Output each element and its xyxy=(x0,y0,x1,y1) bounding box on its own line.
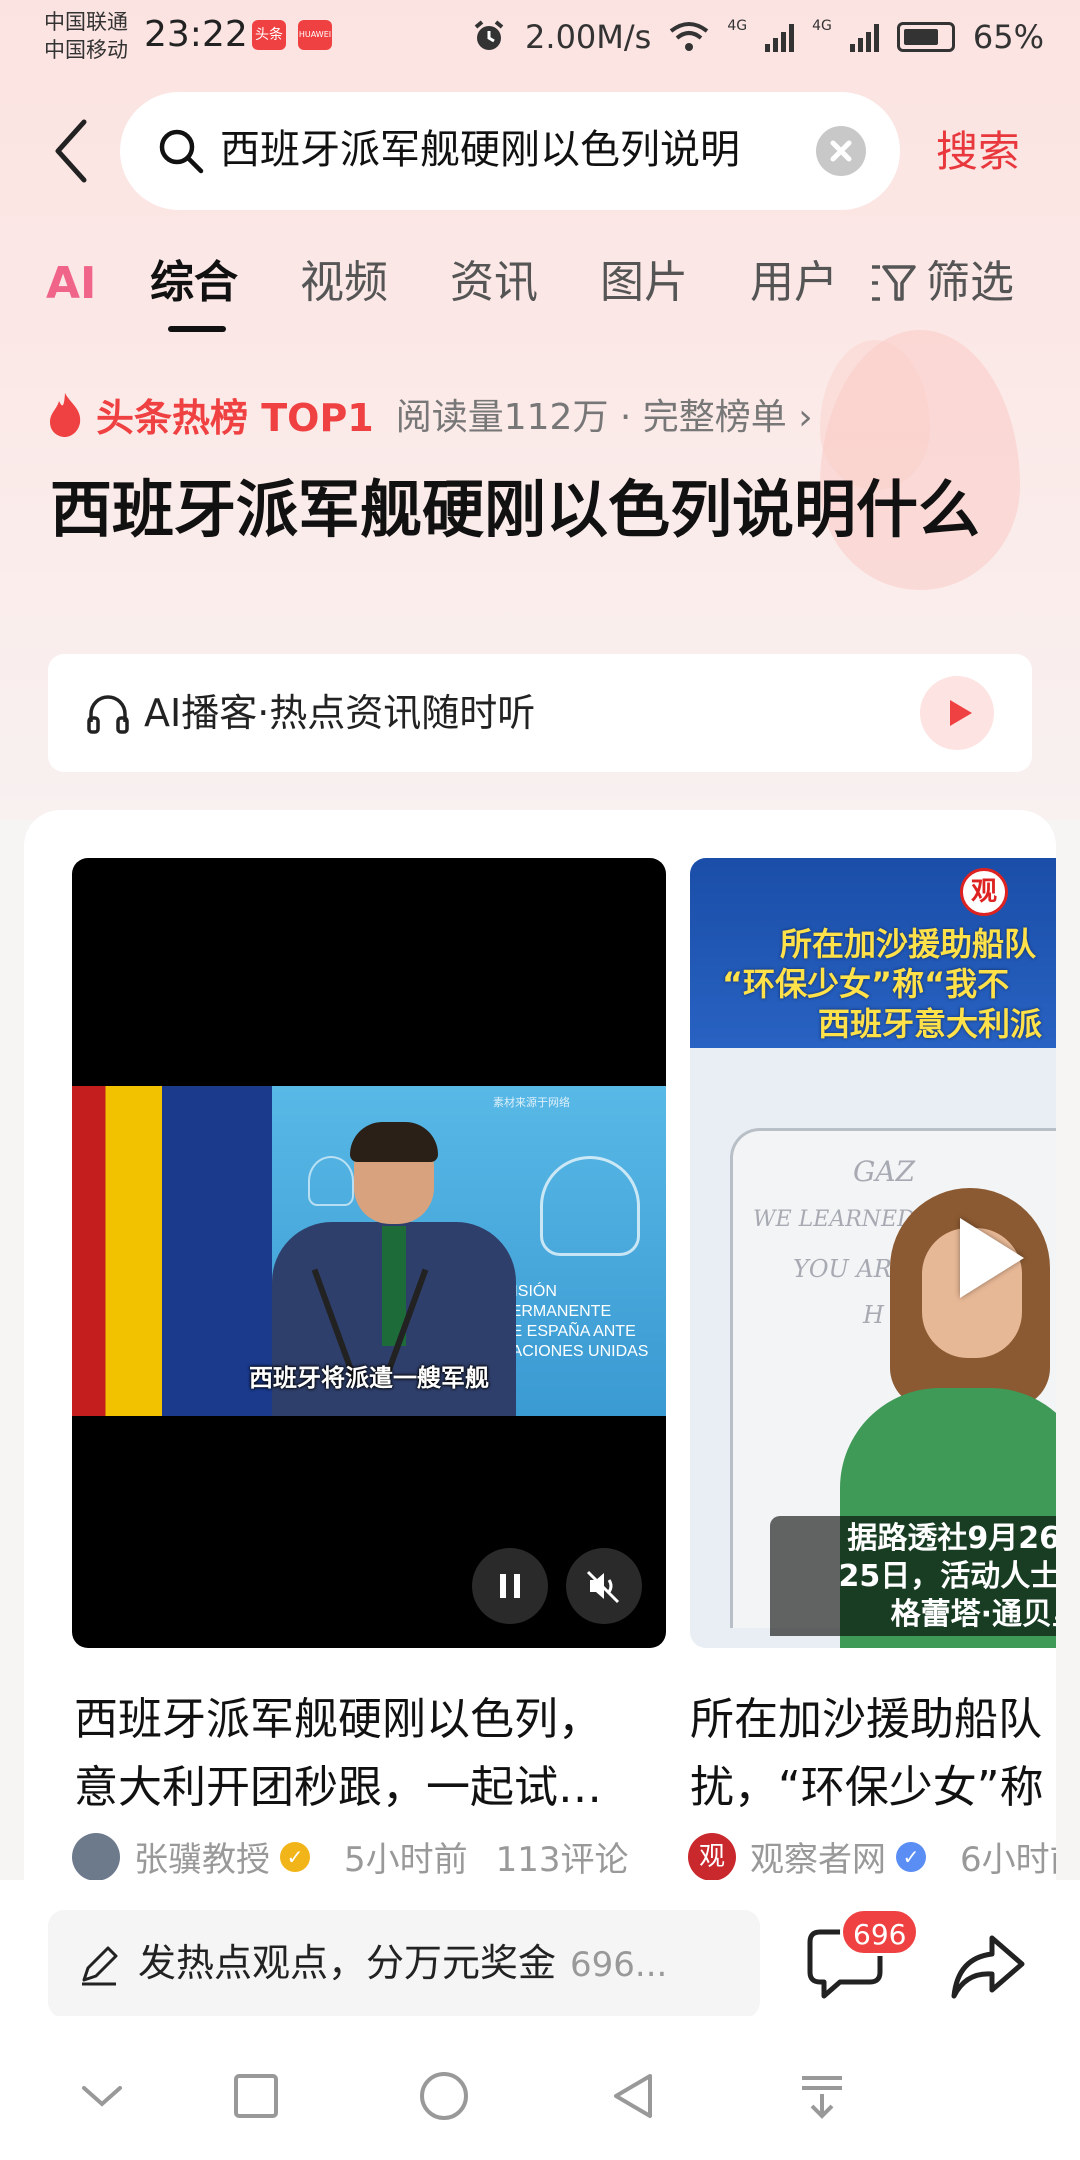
post-time: 6小时前 xyxy=(960,1840,1056,1880)
status-bar: 中国联通 中国移动 23:22 头条 HUAWEI 2.00M/s 4G 4G … xyxy=(0,0,1080,80)
banner-line-2: “环保少女”称“我不 xyxy=(722,965,1010,1003)
comment-input[interactable]: 发热点观点，分万元奖金 696... xyxy=(48,1910,760,2018)
clock: 23:22 xyxy=(144,14,248,55)
hot-list-badge: 头条热榜 TOP1 xyxy=(96,395,374,440)
topic-headline: 西班牙派军舰硬刚以色列说明什么 xyxy=(50,473,981,546)
podcast-play-button[interactable] xyxy=(920,676,994,750)
video-2-title-line-2[interactable]: 扰，“环保少女”称 xyxy=(690,1754,1056,1822)
home-icon[interactable] xyxy=(414,2066,474,2126)
author-avatar[interactable]: 观 xyxy=(688,1832,736,1881)
muted-speaker-icon xyxy=(586,1570,620,1604)
signal-icon-1 xyxy=(765,22,795,52)
comment-count-hint: 696... xyxy=(570,1945,668,1985)
clear-search-button[interactable] xyxy=(816,126,866,176)
headphones-icon xyxy=(87,695,129,734)
share-icon[interactable] xyxy=(948,1920,1028,2010)
video-2-caption: 据路透社9月26日 25日，活动人士“环 格蕾塔·通贝里 xyxy=(770,1516,1056,1636)
play-icon[interactable] xyxy=(960,1218,1024,1298)
carrier-2: 中国移动 xyxy=(44,38,128,62)
tab-images[interactable]: 图片 xyxy=(600,250,688,316)
flame-icon xyxy=(50,393,81,437)
active-tab-indicator xyxy=(168,326,226,332)
status-icons: 2.00M/s 4G 4G 65% xyxy=(471,18,1044,56)
guancha-logo-icon: 观 xyxy=(960,868,1008,916)
banner-line-3: 西班牙意大利派 xyxy=(818,1005,1043,1043)
tab-ai[interactable]: AI xyxy=(46,254,96,314)
video-2-meta: 观 观察者网 ✓ 6小时前 xyxy=(688,1832,1056,1881)
signal-icon-2 xyxy=(849,22,879,52)
ai-podcast-bar[interactable]: AI播客·热点资讯随时听 xyxy=(48,654,1032,772)
comment-count-badge: 696 xyxy=(840,1908,920,1956)
net-speed: 2.00M/s xyxy=(525,18,652,56)
video-watermark: 素材来源于网络 xyxy=(493,1096,570,1109)
search-box[interactable]: 西班牙派军舰硬刚以色列说明 xyxy=(120,92,900,210)
backdrop-line-1: MISIÓN PERMANENTE xyxy=(500,1283,612,1320)
alarm-icon xyxy=(474,20,504,50)
backdrop-line-2: DE ESPAÑA ANTE xyxy=(500,1323,636,1340)
notification-shade-icon[interactable] xyxy=(792,2066,852,2126)
search-button[interactable]: 搜索 xyxy=(936,118,1020,179)
close-icon xyxy=(830,140,852,162)
toutiao-notification-icon: 头条 xyxy=(252,20,286,50)
verified-badge-icon: ✓ xyxy=(280,1841,310,1872)
video-1-title-line-1[interactable]: 西班牙派军舰硬刚以色列， xyxy=(74,1686,668,1754)
net-type-2: 4G xyxy=(812,18,832,34)
battery-icon xyxy=(896,22,955,52)
back-triangle-icon[interactable] xyxy=(604,2066,664,2126)
pause-icon xyxy=(500,1574,520,1598)
chevron-down-icon[interactable] xyxy=(72,2066,132,2126)
search-input[interactable]: 西班牙派军舰硬刚以色列说明 xyxy=(220,120,820,180)
system-navigation-bar xyxy=(0,2016,1080,2160)
video-2-title-line-1[interactable]: 所在加沙援助船队 xyxy=(690,1686,1056,1754)
video-frame-1: MISIÓN PERMANENTE DE ESPAÑA ANTE NACIONE… xyxy=(72,1086,666,1416)
podcast-label: AI播客·热点资讯随时听 xyxy=(144,691,536,735)
comment-count: 113评论 xyxy=(495,1840,629,1880)
hot-list-entry[interactable]: 头条热榜 TOP1 阅读量112万 · 完整榜单 › xyxy=(46,386,813,442)
carrier-info: 中国联通 中国移动 xyxy=(44,8,128,64)
play-icon xyxy=(950,700,972,726)
video-subtitle: 西班牙将派遣一艘军舰 xyxy=(249,1364,489,1392)
tab-video[interactable]: 视频 xyxy=(300,250,388,316)
backdrop-text: MISIÓN PERMANENTE DE ESPAÑA ANTE NACIONE… xyxy=(500,1282,666,1362)
caption-line-3: 格蕾塔·通贝里 xyxy=(890,1597,1056,1632)
battery-percent: 65% xyxy=(972,18,1044,56)
video-1-title-line-2[interactable]: 意大利开团秒跟，一起试… xyxy=(74,1754,668,1822)
filter-icon xyxy=(872,265,916,301)
tab-users[interactable]: 用户 xyxy=(750,250,838,316)
hot-list-meta[interactable]: 阅读量112万 · 完整榜单 › xyxy=(396,388,813,440)
author-name[interactable]: 观察者网 xyxy=(750,1832,886,1881)
author-name[interactable]: 张骥教授 xyxy=(134,1832,270,1881)
caption-line-1: 据路透社9月26日 xyxy=(847,1521,1056,1556)
video-player-1[interactable]: MISIÓN PERMANENTE DE ESPAÑA ANTE NACIONE… xyxy=(72,858,666,1648)
video-player-2[interactable]: GAZ WE LEARNED A YOU ARE T H 观 所在加沙援助船队 … xyxy=(690,858,1056,1648)
back-arrow-icon[interactable] xyxy=(50,116,90,186)
post-time: 5小时前 xyxy=(344,1840,468,1880)
carrier-1: 中国联通 xyxy=(44,10,128,34)
pause-button[interactable] xyxy=(472,1548,548,1624)
video-1-meta: 张骥教授 ✓ 5小时前 113评论 xyxy=(72,1832,629,1881)
filter-button[interactable]: 筛选 xyxy=(870,250,1014,316)
bottom-action-bar: 发热点观点，分万元奖金 696... xyxy=(0,1880,1080,2018)
search-tabs: AI 综合 视频 资讯 图片 用户 筛选 xyxy=(0,250,1080,340)
huawei-notification-icon: HUAWEI xyxy=(298,20,332,50)
coat-of-arms xyxy=(540,1156,640,1256)
caption-line-2: 25日，活动人士“环 xyxy=(838,1559,1056,1594)
pen-icon xyxy=(82,1946,118,1986)
tab-comprehensive[interactable]: 综合 xyxy=(150,250,238,316)
search-icon xyxy=(159,129,204,174)
video-2-banner: 观 所在加沙援助船队 “环保少女”称“我不 西班牙意大利派 xyxy=(690,858,1056,1048)
video-results-card: MISIÓN PERMANENTE DE ESPAÑA ANTE NACIONE… xyxy=(24,810,1056,1910)
author-avatar[interactable] xyxy=(72,1832,120,1881)
mute-button[interactable] xyxy=(566,1548,642,1624)
recent-apps-icon[interactable] xyxy=(226,2066,286,2126)
verified-badge-icon: ✓ xyxy=(896,1841,926,1872)
comment-input-text: 发热点观点，分万元奖金 696... xyxy=(138,1938,667,1990)
comment-placeholder: 发热点观点，分万元奖金 xyxy=(138,1941,557,1985)
filter-label: 筛选 xyxy=(926,257,1014,308)
banner-line-1: 所在加沙援助船队 xyxy=(780,925,1037,963)
tab-news[interactable]: 资讯 xyxy=(450,250,538,316)
wifi-icon xyxy=(670,22,709,51)
whiteboard-text-1: GAZ xyxy=(853,1155,916,1188)
net-type-1: 4G xyxy=(727,18,748,34)
